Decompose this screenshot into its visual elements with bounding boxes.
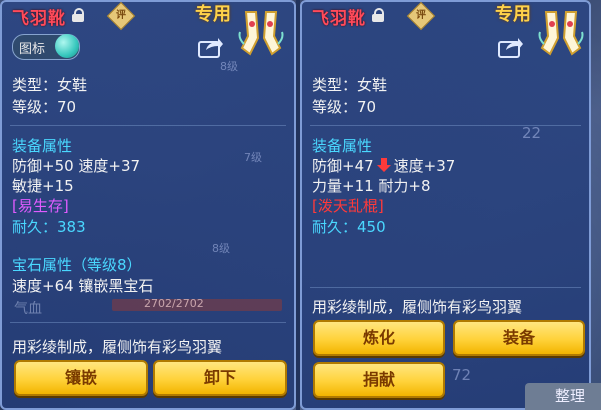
- rating-badge-icon[interactable]: 评: [106, 1, 136, 31]
- item-title: 飞羽靴: [312, 9, 366, 29]
- item-type: 类型：女鞋: [312, 76, 388, 94]
- special-skill: [泼天乱棍]: [312, 197, 384, 215]
- boots-icon: [238, 11, 284, 56]
- item-tooltip-left: 飞羽靴 评 专用 图标 类型：女鞋 等级：70 装备属性 防御+50 速度+37…: [0, 0, 296, 410]
- lock-icon[interactable]: [372, 8, 384, 22]
- item-description: 用彩绫制成，履侧饰有彩鸟羽翼: [12, 338, 223, 356]
- attr-line-1: 防御+50 速度+37: [12, 157, 141, 175]
- attr-header: 装备属性: [12, 137, 73, 155]
- gem-line: 速度+64 镶嵌黑宝石: [12, 277, 154, 295]
- item-tooltip-right: 飞羽靴 评 专用 类型：女鞋 等级：70 22 装备属性 防御+47 速度+37 …: [300, 0, 591, 410]
- unload-button[interactable]: 卸下: [153, 360, 287, 396]
- lock-icon[interactable]: [72, 8, 84, 22]
- rating-badge-icon[interactable]: 评: [406, 1, 436, 31]
- bg-grade-1: 7级: [244, 151, 262, 164]
- toggle-knob: [55, 34, 79, 58]
- inlay-button[interactable]: 镶嵌: [14, 360, 148, 396]
- bg-hp-label: 气血: [14, 301, 42, 317]
- share-icon[interactable]: [198, 36, 224, 58]
- item-description: 用彩绫制成，履侧饰有彩鸟羽翼: [312, 298, 523, 316]
- icon-toggle[interactable]: 图标: [12, 34, 80, 60]
- divider: [310, 287, 581, 288]
- attr-header: 装备属性: [312, 137, 373, 155]
- bg-grade-3: 8级: [220, 60, 238, 73]
- icon-toggle-label: 图标: [19, 42, 46, 57]
- share-icon[interactable]: [498, 36, 524, 58]
- durability-label: 耐久：: [12, 218, 58, 236]
- donate-button[interactable]: 捐献: [313, 362, 445, 398]
- attr-line-2: 力量+11 耐力+8: [312, 177, 431, 195]
- attr-line-1: 防御+47 速度+37: [312, 155, 455, 176]
- bg-number-22: 22: [522, 124, 542, 142]
- durability-value: 450: [357, 218, 386, 236]
- item-level: 等级：70: [312, 98, 377, 116]
- durability-row: 耐久：450: [312, 216, 386, 237]
- divider: [10, 322, 286, 323]
- bg-grade-2: 8级: [212, 242, 230, 255]
- sort-button[interactable]: 整理: [525, 383, 601, 410]
- bg-hp-value: 2702/2702: [144, 297, 204, 310]
- defense-value: 防御+47: [312, 157, 374, 175]
- item-level: 等级：70: [12, 98, 77, 116]
- refine-button[interactable]: 炼化: [313, 320, 445, 356]
- durability-label: 耐久：: [312, 218, 358, 236]
- exclusive-label: 专用: [495, 4, 531, 25]
- divider: [310, 125, 581, 126]
- equip-button[interactable]: 装备: [453, 320, 585, 356]
- durability-value: 383: [57, 218, 86, 236]
- item-title: 飞羽靴: [12, 9, 66, 29]
- attr-line-2: 敏捷+15: [12, 177, 74, 195]
- item-type: 类型：女鞋: [12, 76, 88, 94]
- boots-icon: [538, 11, 584, 56]
- special-skill: [易生存]: [12, 197, 69, 215]
- down-arrow-icon: [376, 158, 391, 172]
- divider: [10, 125, 286, 126]
- exclusive-label: 专用: [195, 4, 231, 25]
- gem-header: 宝石属性（等级8）: [12, 256, 142, 274]
- durability-row: 耐久：383: [12, 216, 86, 237]
- bg-number-72: 72: [452, 366, 472, 384]
- speed-value: 速度+37: [393, 157, 456, 175]
